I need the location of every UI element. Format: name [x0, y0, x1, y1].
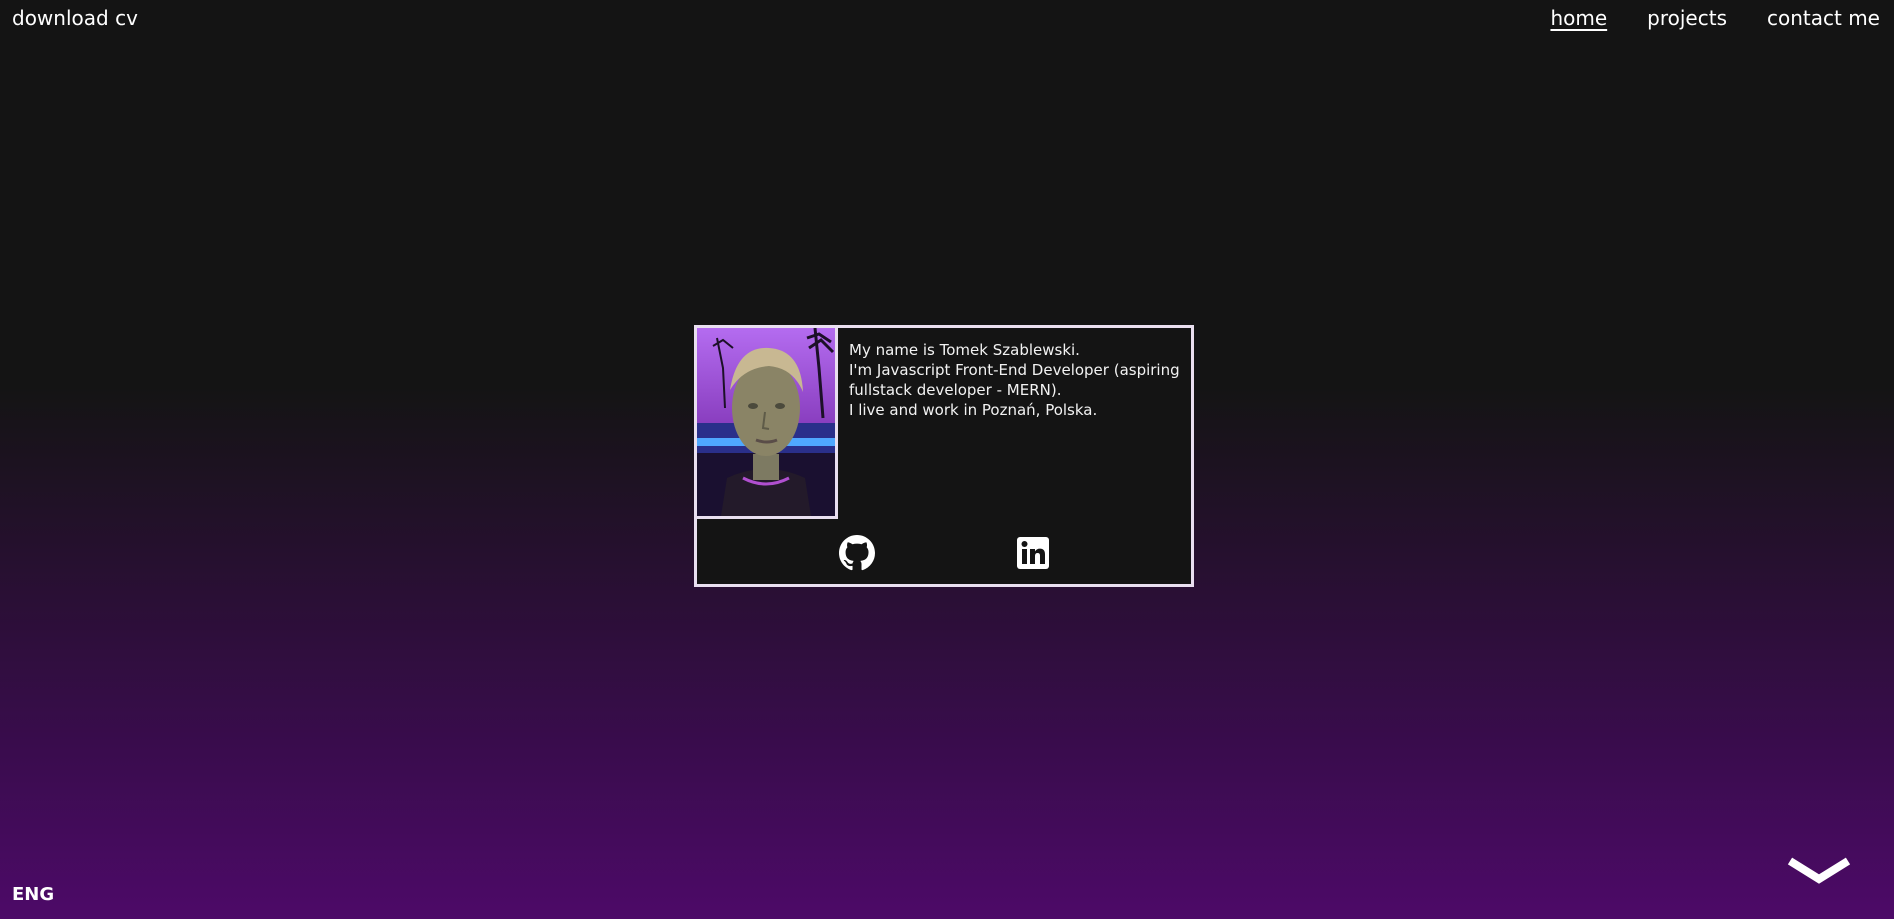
chevron-down-icon: [1787, 857, 1851, 884]
linkedin-icon: [1017, 537, 1049, 569]
nav-home-link[interactable]: home: [1550, 6, 1607, 30]
profile-photo: [697, 328, 838, 519]
bio-text: My name is Tomek Szablewski. I'm Javascr…: [849, 340, 1184, 420]
bio-role-line: I'm Javascript Front-End Developer (aspi…: [849, 361, 1180, 399]
main-nav: home projects contact me: [1550, 6, 1880, 30]
language-switch[interactable]: ENG: [12, 884, 54, 905]
scroll-down-button[interactable]: [1786, 855, 1852, 889]
bio-name-line: My name is Tomek Szablewski.: [849, 341, 1080, 359]
profile-card: My name is Tomek Szablewski. I'm Javascr…: [694, 325, 1194, 587]
nav-projects-link[interactable]: projects: [1647, 6, 1727, 30]
github-link[interactable]: [839, 535, 875, 571]
top-bar: download cv home projects contact me: [0, 0, 1894, 40]
github-icon: [839, 535, 875, 571]
download-cv-link[interactable]: download cv: [12, 6, 138, 30]
social-links: [697, 535, 1191, 575]
nav-contact-link[interactable]: contact me: [1767, 6, 1880, 30]
linkedin-link[interactable]: [1015, 535, 1051, 571]
bio-location-line: I live and work in Poznań, Polska.: [849, 401, 1098, 419]
